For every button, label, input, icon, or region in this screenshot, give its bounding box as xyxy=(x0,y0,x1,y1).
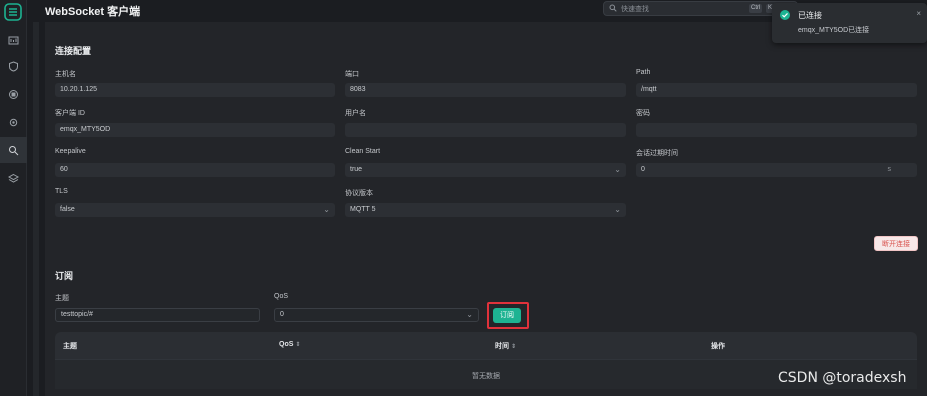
tls-value: false xyxy=(60,206,75,213)
search-placeholder: 快速查找 xyxy=(621,5,649,13)
sort-icon: ⇕ xyxy=(295,342,301,348)
column-actions: 操作 xyxy=(711,343,725,350)
username-label: 用户名 xyxy=(345,110,366,117)
left-rail xyxy=(0,0,27,396)
clientid-label: 客户端 ID xyxy=(55,110,85,117)
password-input[interactable] xyxy=(636,123,917,137)
sort-icon: ⇕ xyxy=(511,344,517,350)
subscribe-button[interactable]: 订阅 xyxy=(493,308,521,323)
subscription-table-header: 主题 QoS ⇕ 时间 ⇕ 操作 xyxy=(55,332,917,359)
close-icon[interactable]: × xyxy=(916,9,921,18)
diagnose-icon[interactable] xyxy=(0,137,27,163)
tls-select[interactable]: false ⌄ xyxy=(55,203,335,217)
port-label: 端口 xyxy=(345,71,359,78)
protocol-label: 协议版本 xyxy=(345,190,373,197)
app-logo-icon xyxy=(4,3,22,21)
expiry-unit: s xyxy=(887,166,892,173)
cleanstart-label: Clean Start xyxy=(345,148,381,155)
settings-icon[interactable] xyxy=(0,109,27,135)
protocol-value: MQTT 5 xyxy=(350,206,376,213)
clientid-input[interactable]: emqx_MTY5OD xyxy=(55,123,335,137)
password-label: 密码 xyxy=(636,110,650,117)
scroll-strip xyxy=(33,22,39,396)
cleanstart-select[interactable]: true ⌄ xyxy=(345,163,626,177)
topic-input[interactable]: testtopic/# xyxy=(55,308,260,322)
shield-icon[interactable] xyxy=(0,53,27,79)
search-icon xyxy=(609,4,617,14)
toast-message: emqx_MTY5OD已连接 xyxy=(798,27,870,34)
chevron-down-icon: ⌄ xyxy=(466,310,473,319)
chevron-down-icon: ⌄ xyxy=(614,165,621,174)
column-qos[interactable]: QoS ⇕ xyxy=(279,341,300,348)
column-topic: 主题 xyxy=(63,343,77,350)
chevron-down-icon: ⌄ xyxy=(323,205,330,214)
shortcut-ctrl: Ctrl xyxy=(749,4,763,13)
qos-label: QoS xyxy=(274,293,289,300)
watermark: CSDN @toradexsh xyxy=(778,370,907,386)
username-input[interactable] xyxy=(345,123,626,137)
page-title: WebSocket 客户端 xyxy=(45,6,141,18)
toast-title: 已连接 xyxy=(798,11,822,20)
qos-select[interactable]: 0 ⌄ xyxy=(274,308,479,322)
subscribe-section-title: 订阅 xyxy=(55,271,74,281)
column-time[interactable]: 时间 ⇕ xyxy=(495,341,516,351)
path-label: Path xyxy=(636,69,651,76)
keepalive-label: Keepalive xyxy=(55,148,86,155)
expiry-input[interactable]: 0 s xyxy=(636,163,917,177)
port-input[interactable]: 8083 xyxy=(345,83,626,97)
search-bar[interactable]: 快速查找 Ctrl K xyxy=(603,1,798,16)
host-label: 主机名 xyxy=(55,71,76,78)
keepalive-input[interactable]: 60 xyxy=(55,163,335,177)
topic-label: 主题 xyxy=(55,295,69,302)
cleanstart-value: true xyxy=(350,166,363,173)
main-panel: 连接配置 主机名 10.20.1.125 端口 8083 Path /mqtt … xyxy=(45,22,927,396)
connection-section-title: 连接配置 xyxy=(55,46,92,56)
connected-toast: 已连接 emqx_MTY5OD已连接 × xyxy=(772,3,927,43)
path-input[interactable]: /mqtt xyxy=(636,83,917,97)
cluster-icon[interactable] xyxy=(0,81,27,107)
chevron-down-icon: ⌄ xyxy=(614,205,621,214)
layers-icon[interactable] xyxy=(0,165,27,191)
protocol-select[interactable]: MQTT 5 ⌄ xyxy=(345,203,626,217)
qos-value: 0 xyxy=(280,311,284,318)
disconnect-button[interactable]: 断开连接 xyxy=(874,236,918,251)
tls-label: TLS xyxy=(55,188,68,195)
host-input[interactable]: 10.20.1.125 xyxy=(55,83,335,97)
check-circle-icon xyxy=(780,10,790,20)
expiry-value: 0 xyxy=(641,166,645,173)
dashboard-icon[interactable] xyxy=(0,27,27,53)
expiry-label: 会话过期时间 xyxy=(636,150,678,157)
